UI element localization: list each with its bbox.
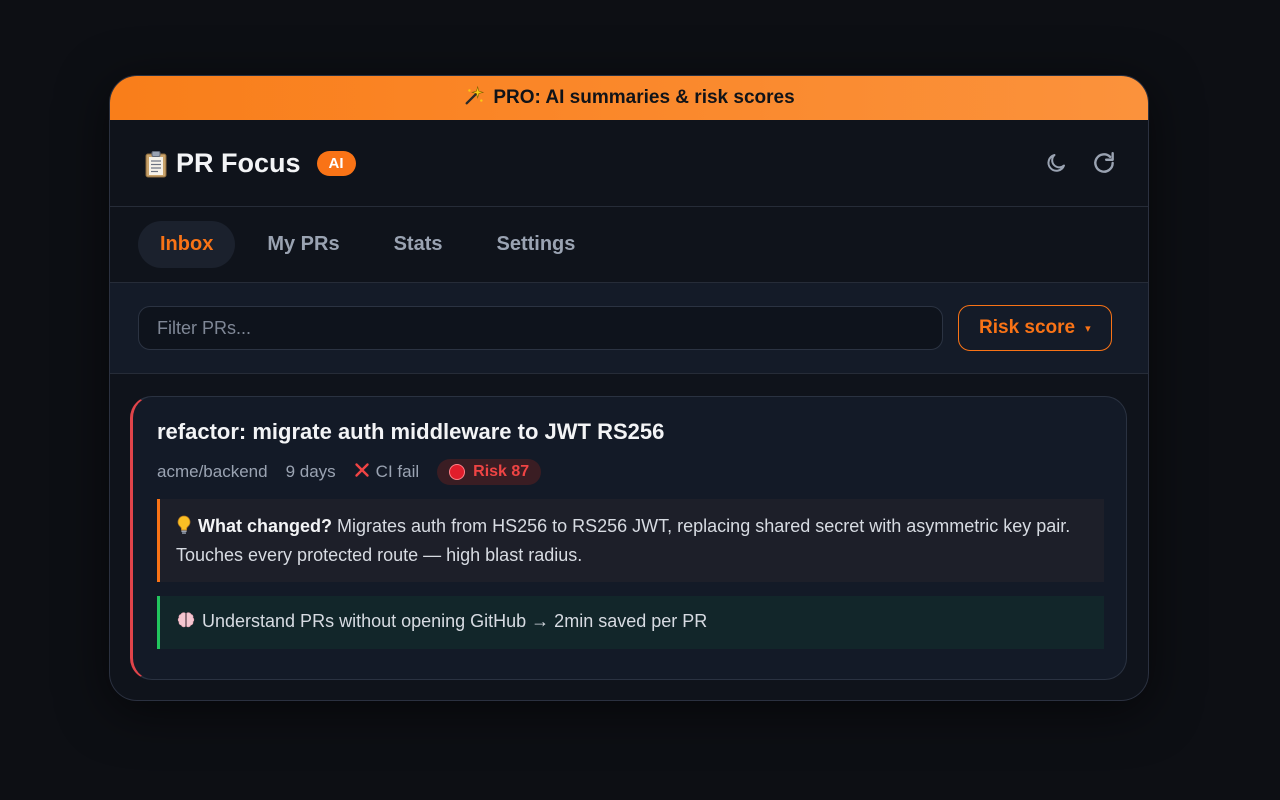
tab-settings[interactable]: Settings <box>475 221 598 268</box>
pro-banner-text: PRO: AI summaries & risk scores <box>493 87 795 108</box>
pro-banner[interactable]: PRO: AI summaries & risk scores <box>110 76 1148 120</box>
moon-icon[interactable] <box>1042 149 1070 177</box>
chevron-down-icon: ▾ <box>1085 322 1091 335</box>
pr-repo: acme/backend <box>157 462 268 481</box>
red-circle-icon <box>449 464 466 480</box>
clipboard-icon <box>144 150 167 178</box>
brand: PR Focus AI <box>144 148 356 179</box>
app-header: PR Focus AI <box>110 120 1148 207</box>
app-stage: PRO: AI summaries & risk scores PR Focus <box>0 0 1280 800</box>
sort-dropdown[interactable]: Risk score ▾ <box>958 305 1112 351</box>
app-title: PR Focus <box>176 147 301 178</box>
ai-badge: AI <box>316 150 356 176</box>
tab-inbox[interactable]: Inbox <box>138 221 236 268</box>
header-actions <box>1042 149 1118 177</box>
sort-label: Risk score <box>979 317 1076 338</box>
sparkles-icon <box>463 85 485 111</box>
tab-my-prs[interactable]: My PRs <box>245 221 361 268</box>
pr-age: 9 days <box>285 462 336 481</box>
x-icon <box>354 462 370 483</box>
lightbulb-icon <box>176 515 192 542</box>
risk-label: Risk 87 <box>473 463 530 480</box>
pr-meta: acme/backend 9 days CI fail Risk 87 <box>157 459 1104 485</box>
summary-label: What changed? <box>198 516 332 536</box>
tab-bar: Inbox My PRs Stats Settings <box>110 207 1148 283</box>
value-note: Understand PRs without opening GitHub → … <box>157 596 1104 649</box>
pr-title[interactable]: refactor: migrate auth middleware to JWT… <box>157 419 1104 445</box>
pr-list: refactor: migrate auth middleware to JWT… <box>110 374 1148 680</box>
refresh-icon[interactable] <box>1090 149 1118 177</box>
ai-summary: What changed? Migrates auth from HS256 t… <box>157 499 1104 582</box>
ci-status-label: CI fail <box>375 462 420 481</box>
filter-input[interactable] <box>138 306 943 350</box>
brain-icon <box>176 610 196 635</box>
filter-bar: Risk score ▾ <box>110 283 1148 374</box>
risk-badge: Risk 87 <box>437 459 542 485</box>
value-note-text: Understand PRs without opening GitHub → … <box>202 611 708 631</box>
tab-stats[interactable]: Stats <box>372 221 465 268</box>
pr-card[interactable]: refactor: migrate auth middleware to JWT… <box>130 396 1127 680</box>
extension-panel: PRO: AI summaries & risk scores PR Focus <box>109 75 1149 701</box>
ci-status: CI fail <box>354 462 419 483</box>
